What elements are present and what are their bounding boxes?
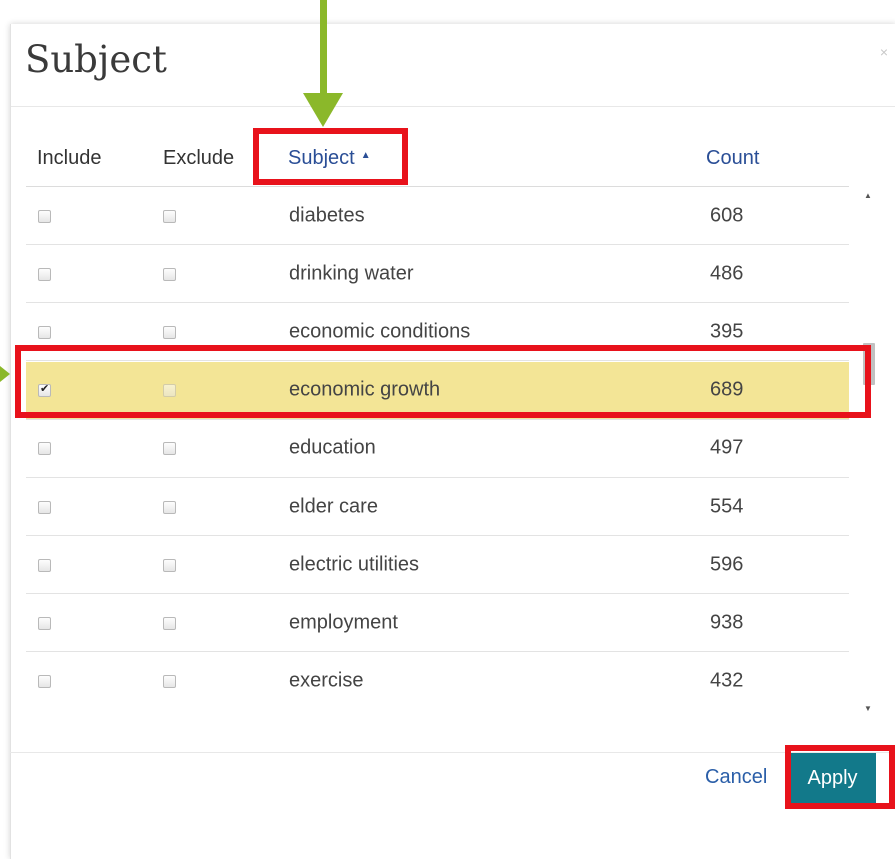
subject-list[interactable]: diabetes 608 drinking water 486 economic con… [26,187,861,703]
exclude-checkbox[interactable] [163,325,176,339]
exclude-checkbox[interactable] [163,209,176,223]
subject-cell: elder care [289,495,378,517]
close-icon[interactable]: × [880,44,888,60]
include-checkbox[interactable] [38,616,51,630]
count-cell: 486 [710,262,744,285]
table-row[interactable]: drinking water 486 [26,245,849,304]
exclude-checkbox[interactable] [163,267,176,281]
table-row[interactable]: exercise 432 [26,653,849,703]
include-checkbox[interactable] [38,500,51,514]
include-checkbox[interactable] [38,267,51,281]
dialog-header: Subject × [11,24,895,107]
exclude-checkbox[interactable] [163,616,176,630]
count-cell: 596 [710,553,744,576]
annotation-arrow-down-icon [303,93,343,127]
scroll-down-icon[interactable]: ▼ [864,704,872,713]
subject-cell: exercise [289,669,364,692]
footer-divider [10,752,895,753]
annotation-highlight-apply-button [785,745,895,809]
exclude-checkbox[interactable] [163,675,176,689]
count-cell: 554 [710,495,744,517]
include-checkbox[interactable] [38,325,51,339]
annotation-highlight-selected-row [15,345,871,418]
list-scrollbar[interactable]: ▲ ▼ [861,187,877,715]
column-header-exclude: Exclude [163,147,235,169]
count-cell: 497 [710,436,744,459]
subject-cell: electric utilities [289,553,420,576]
exclude-checkbox[interactable] [163,442,176,456]
table-row[interactable]: education 497 [26,420,849,478]
table-row[interactable]: elder care 554 [26,478,849,536]
subject-cell: economic conditions [289,320,471,343]
column-header-count[interactable]: Count [706,147,759,170]
annotation-arrow-right-icon [0,366,10,382]
include-checkbox[interactable] [38,558,51,572]
annotation-arrow-shaft [320,0,327,95]
exclude-checkbox[interactable] [163,500,176,514]
include-checkbox[interactable] [38,209,51,223]
table-row[interactable]: employment 938 [26,594,849,653]
include-checkbox[interactable] [38,675,51,689]
annotation-highlight-subject-header [253,128,408,185]
exclude-checkbox[interactable] [163,558,176,572]
table-row[interactable]: diabetes 608 [26,187,849,245]
dialog-title: Subject [25,38,167,81]
subject-cell: employment [289,611,398,634]
include-checkbox[interactable] [38,442,51,456]
count-cell: 395 [710,320,744,343]
count-cell: 938 [710,611,744,634]
count-cell: 432 [710,669,744,692]
column-header-include: Include [37,147,102,169]
subject-cell: education [289,436,376,459]
count-cell: 608 [710,204,744,226]
scroll-up-icon[interactable]: ▲ [864,191,872,200]
cancel-button[interactable]: Cancel [705,766,767,789]
table-row[interactable]: electric utilities 596 [26,536,849,595]
subject-cell: drinking water [289,262,414,285]
subject-cell: diabetes [289,204,365,226]
